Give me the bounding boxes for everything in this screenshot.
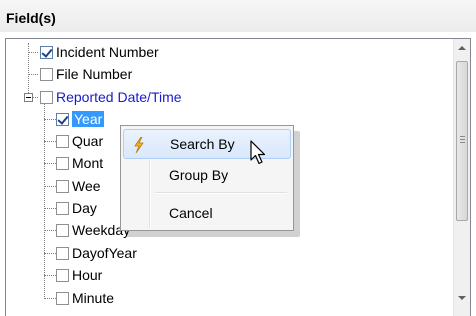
tree-node-weekday[interactable]: Weekday — [56, 220, 130, 240]
menu-item-label: Search By — [170, 136, 235, 152]
checkbox[interactable] — [56, 291, 69, 305]
checkbox[interactable] — [56, 268, 69, 282]
checkbox[interactable] — [40, 67, 53, 81]
tree-node-label: Hour — [72, 267, 103, 283]
tree-node-day[interactable]: Day — [56, 198, 97, 218]
checkbox[interactable] — [56, 201, 69, 215]
tree-connector — [28, 52, 38, 53]
tree-node-minute[interactable]: Minute — [56, 288, 114, 308]
tree-node-quarter[interactable]: Quar — [56, 131, 103, 151]
tree-node-month[interactable]: Mont — [56, 153, 103, 173]
menu-separator — [155, 192, 287, 194]
tree-node-label: Reported Date/Time — [56, 89, 182, 105]
tree-connector — [44, 208, 56, 209]
panel-title: Field(s) — [6, 10, 56, 26]
mouse-pointer-icon — [250, 140, 266, 165]
menu-item-label: Group By — [169, 167, 229, 183]
tree-node-label: DayofYear — [72, 245, 137, 261]
checkbox[interactable] — [56, 179, 69, 193]
tree-node-label: Quar — [72, 133, 104, 149]
tree-node-label: Day — [72, 200, 97, 216]
tree-node-hour[interactable]: Hour — [56, 265, 102, 285]
tree-node-label: Incident Number — [56, 44, 159, 60]
tree-node-dayofyear[interactable]: DayofYear — [56, 243, 137, 263]
tree-connector — [44, 298, 56, 299]
tree-node-week[interactable]: Wee — [56, 176, 101, 196]
tree-connector — [44, 103, 45, 299]
tree-node-file-number[interactable]: File Number — [40, 64, 132, 84]
tree-node-incident-number[interactable]: Incident Number — [40, 42, 159, 62]
tree-node-label: Minute — [72, 290, 115, 306]
checkbox[interactable] — [56, 246, 69, 260]
tree-connector — [44, 275, 56, 276]
tree-connector — [44, 163, 56, 164]
scroll-up-arrow-icon[interactable] — [458, 46, 466, 50]
tree-connector — [44, 141, 56, 142]
tree-node-label: File Number — [56, 66, 133, 82]
tree-connector — [44, 230, 56, 231]
tree-connector — [44, 119, 56, 120]
tree-node-reported-date-time[interactable]: Reported Date/Time — [40, 87, 182, 107]
tree-node-label: Mont — [72, 155, 104, 171]
checkbox[interactable] — [56, 223, 69, 237]
menu-item-cancel[interactable]: Cancel — [123, 198, 291, 228]
scrollbar-thumb[interactable] — [456, 61, 468, 221]
panel-header: Field(s) — [0, 0, 476, 32]
tree-connector — [44, 186, 56, 187]
checkbox[interactable] — [56, 134, 69, 148]
tree-node-label: Wee — [72, 178, 101, 194]
checkbox-checked[interactable] — [56, 112, 69, 126]
tree-node-year[interactable]: Year — [56, 109, 105, 129]
lightning-bolt-icon — [134, 137, 144, 153]
tree-connector — [44, 253, 56, 254]
checkbox[interactable] — [40, 90, 53, 104]
tree-node-label: Year — [72, 111, 105, 127]
menu-item-label: Cancel — [169, 205, 213, 221]
tree-connector — [28, 74, 38, 75]
checkbox-checked[interactable] — [40, 45, 53, 59]
checkbox[interactable] — [56, 156, 69, 170]
scroll-down-arrow-icon[interactable] — [458, 296, 466, 300]
collapse-toggle-icon[interactable] — [24, 93, 33, 102]
vertical-scrollbar[interactable] — [453, 39, 470, 316]
